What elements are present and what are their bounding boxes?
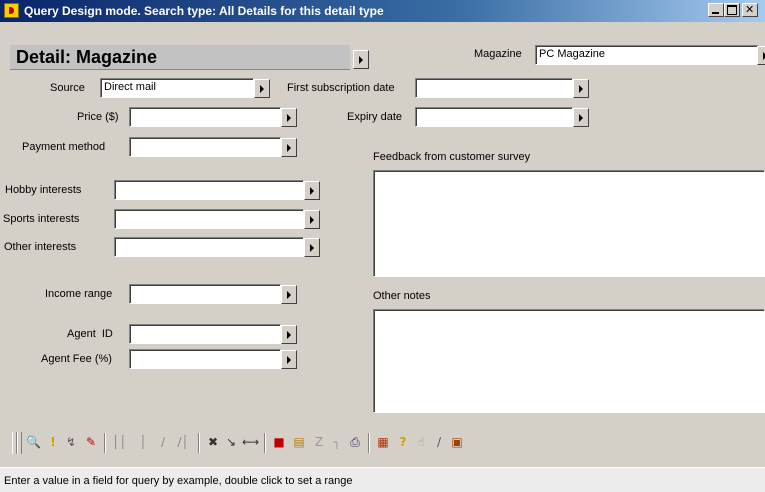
wand-icon[interactable]: ↯ bbox=[64, 435, 78, 449]
source-field[interactable]: Direct mail bbox=[100, 78, 254, 98]
app-icon bbox=[4, 3, 19, 18]
query-design-window: Query Design mode. Search type: All Deta… bbox=[0, 0, 765, 492]
expiry-date-arrow-button[interactable] bbox=[573, 108, 589, 127]
first-subscription-date-arrow-button[interactable] bbox=[573, 79, 589, 98]
minimize-button[interactable] bbox=[708, 3, 724, 17]
payment-method-field[interactable] bbox=[129, 137, 281, 157]
magazine-arrow-button[interactable] bbox=[757, 46, 765, 65]
source-label: Source bbox=[50, 82, 85, 94]
toolbar-separator bbox=[198, 433, 200, 453]
z-icon[interactable]: Z bbox=[312, 435, 326, 449]
line-icon[interactable]: │ bbox=[136, 435, 150, 449]
agent-fee-field[interactable] bbox=[129, 349, 281, 369]
agent-id-field[interactable] bbox=[129, 324, 281, 344]
magnify-icon[interactable]: 🔍 bbox=[26, 435, 41, 449]
agent-id-arrow-button[interactable] bbox=[281, 325, 297, 344]
frame-icon[interactable]: ┐ bbox=[330, 435, 344, 449]
toolbar-separator bbox=[264, 433, 266, 453]
payment-method-arrow-button[interactable] bbox=[281, 138, 297, 157]
expiry-date-label: Expiry date bbox=[347, 111, 403, 123]
feedback-label: Feedback from customer survey bbox=[373, 151, 531, 163]
first-subscription-date-field[interactable] bbox=[415, 78, 573, 98]
cross-icon[interactable]: ✖ bbox=[206, 435, 220, 449]
detail-header: Detail: Magazine bbox=[10, 45, 350, 70]
window-title: Query Design mode. Search type: All Deta… bbox=[24, 4, 384, 18]
hobby-interests-label: Hobby interests bbox=[5, 184, 82, 196]
source-arrow-button[interactable] bbox=[254, 79, 270, 98]
other-interests-label: Other interests bbox=[4, 241, 77, 253]
pencil-icon[interactable]: ✎ bbox=[84, 435, 98, 449]
other-notes-textarea[interactable] bbox=[373, 309, 765, 413]
income-range-label: Income range bbox=[45, 288, 113, 300]
book-icon[interactable]: ■ bbox=[272, 435, 286, 449]
income-range-field[interactable] bbox=[129, 284, 281, 304]
status-text: Enter a value in a field for query by ex… bbox=[4, 475, 353, 487]
title-bar[interactable]: Query Design mode. Search type: All Deta… bbox=[0, 0, 765, 22]
toolbar-grip-2[interactable] bbox=[17, 432, 22, 454]
toolbar-separator bbox=[368, 433, 370, 453]
sports-interests-arrow-button[interactable] bbox=[304, 210, 320, 229]
other-notes-label: Other notes bbox=[373, 290, 431, 302]
detail-type-arrow-button[interactable] bbox=[353, 50, 369, 69]
feedback-textarea[interactable] bbox=[373, 170, 765, 277]
agent-fee-arrow-button[interactable] bbox=[281, 350, 297, 369]
magazine-label: Magazine bbox=[474, 48, 522, 60]
arrow-icon[interactable]: ↘ bbox=[224, 435, 238, 449]
close-button[interactable] bbox=[742, 3, 758, 17]
price-label: Price ($) bbox=[77, 111, 119, 123]
slash-icon[interactable]: ∕ bbox=[156, 435, 170, 449]
toolbar-separator bbox=[104, 433, 106, 453]
double-arrow-icon[interactable]: ⟷ bbox=[242, 435, 259, 449]
sports-interests-field[interactable] bbox=[114, 209, 304, 229]
search-doc-icon[interactable]: ⎙ bbox=[348, 435, 362, 449]
hand-icon[interactable]: ☝ bbox=[414, 435, 428, 449]
agent-fee-label: Agent Fee (%) bbox=[41, 353, 112, 365]
clipboard-icon[interactable]: ▤ bbox=[292, 435, 306, 449]
expiry-date-field[interactable] bbox=[415, 107, 573, 127]
chart-icon[interactable]: ▦ bbox=[376, 435, 390, 449]
sports-interests-label: Sports interests bbox=[3, 213, 80, 225]
slash2-icon[interactable]: ∕│ bbox=[176, 435, 190, 449]
magazine-field[interactable]: PC Magazine bbox=[535, 45, 759, 65]
other-interests-field[interactable] bbox=[114, 237, 304, 257]
hobby-interests-field[interactable] bbox=[114, 180, 304, 200]
wand2-icon[interactable]: ∕ bbox=[432, 435, 446, 449]
help-icon[interactable]: ? bbox=[396, 435, 410, 449]
other-interests-arrow-button[interactable] bbox=[304, 238, 320, 257]
maximize-button[interactable] bbox=[724, 3, 740, 17]
payment-method-label: Payment method bbox=[22, 141, 106, 153]
price-field[interactable] bbox=[129, 107, 281, 127]
detail-title: Detail: Magazine bbox=[16, 47, 158, 67]
agent-id-label: Agent ID bbox=[67, 328, 113, 340]
exit-icon[interactable]: ▣ bbox=[450, 435, 464, 449]
toolbar: 🔍 ! ↯ ✎ ││ │ ∕ ∕│ ✖ ↘ ⟷ ■ ▤ Z ┐ ⎙ ▦ ? ☝ … bbox=[12, 430, 765, 456]
price-arrow-button[interactable] bbox=[281, 108, 297, 127]
income-range-arrow-button[interactable] bbox=[281, 285, 297, 304]
status-bar: Enter a value in a field for query by ex… bbox=[0, 467, 765, 492]
hobby-interests-arrow-button[interactable] bbox=[304, 181, 320, 200]
first-subscription-date-label: First subscription date bbox=[287, 82, 395, 94]
bar-icon[interactable]: ││ bbox=[112, 435, 126, 449]
exclamation-icon[interactable]: ! bbox=[46, 435, 60, 449]
